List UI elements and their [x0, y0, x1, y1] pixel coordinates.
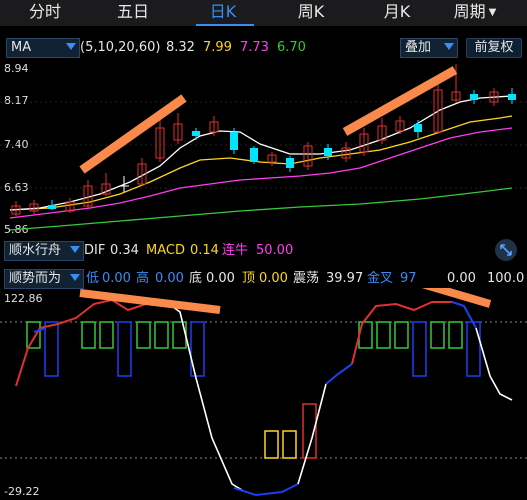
dropdown-arrow-icon	[66, 43, 76, 50]
overlay-label: 叠加	[405, 40, 432, 55]
high-value: 0.00	[155, 271, 184, 286]
dif-value: 0.34	[110, 243, 139, 258]
shake-label: 震荡	[293, 271, 320, 286]
macd-indicator-select[interactable]: 顺水行舟	[4, 241, 84, 261]
high-label: 高	[136, 271, 150, 286]
tab-period-label: 周期	[453, 2, 486, 21]
lianniu-label: 连牛	[222, 243, 249, 258]
ma-params: (5,10,20,60)	[80, 40, 161, 55]
dropdown-arrow-icon	[70, 246, 80, 253]
adjust-button[interactable]: 前复权	[466, 38, 522, 58]
dropdown-arrow-icon	[70, 274, 80, 281]
top-value: 0.00	[259, 271, 288, 286]
ma-indicator-label: MA	[11, 40, 32, 55]
tab-monthly-k[interactable]: 月K	[352, 0, 442, 26]
osc-value-z: 100.0	[487, 271, 525, 286]
osc-indicator-select[interactable]: 顺势而为	[4, 269, 84, 289]
tab-daily-k[interactable]: 日K	[178, 0, 268, 26]
macd-indicator-label: 顺水行舟	[9, 243, 62, 258]
oscillator-chart[interactable]	[0, 288, 527, 498]
dropdown-arrow-icon	[444, 43, 454, 50]
tab-intraday[interactable]: 分时	[0, 0, 90, 26]
tab-weekly-k[interactable]: 周K	[266, 0, 356, 26]
cross-label: 金叉	[367, 271, 394, 286]
period-tabs: 分时 五日 日K 周K 月K 周期 ▼	[0, 0, 527, 26]
osc-line-recovering	[297, 383, 327, 485]
divergence-annotation-stroke	[421, 288, 492, 308]
candles	[11, 64, 516, 216]
tab-period[interactable]: 周期 ▼	[430, 0, 520, 26]
signal-boxes	[26, 321, 481, 459]
ma5-value: 8.32	[166, 40, 195, 55]
ma10-value: 7.99	[203, 40, 232, 55]
candlestick-chart[interactable]	[0, 58, 527, 238]
ma5-line	[9, 95, 513, 211]
bottom-value: 0.00	[206, 271, 235, 286]
dif-label: DIF	[84, 243, 106, 258]
macd-label: MACD	[146, 243, 185, 258]
cross-value: 97	[400, 271, 417, 286]
top-label: 顶	[242, 271, 256, 286]
osc-line-tail	[475, 327, 513, 401]
bottom-label: 底	[189, 271, 203, 286]
trend-annotation-stroke	[79, 94, 187, 174]
osc-indicator-label: 顺势而为	[9, 271, 62, 286]
ma20-value: 7.73	[240, 40, 269, 55]
osc-line-bottom	[233, 483, 299, 497]
osc-line-segment	[451, 301, 477, 329]
osc-line-segment	[325, 363, 353, 385]
tab-five-day[interactable]: 五日	[88, 0, 178, 26]
osc-value-y: 0.00	[447, 271, 476, 286]
osc-line-rising	[15, 298, 167, 387]
expand-icon[interactable]	[495, 239, 517, 261]
macd-value: 0.14	[190, 243, 219, 258]
low-value: 0.00	[102, 271, 131, 286]
chevron-down-icon: ▼	[488, 6, 497, 18]
lianniu-value: 50.00	[256, 243, 294, 258]
ma-indicator-select[interactable]: MA	[6, 38, 80, 58]
shake-value: 39.97	[326, 271, 364, 286]
low-label: 低	[86, 271, 100, 286]
osc-line-peak	[351, 301, 452, 365]
active-tab-indicator	[196, 24, 254, 26]
overlay-button[interactable]: 叠加	[400, 38, 458, 58]
ma60-value: 6.70	[277, 40, 306, 55]
